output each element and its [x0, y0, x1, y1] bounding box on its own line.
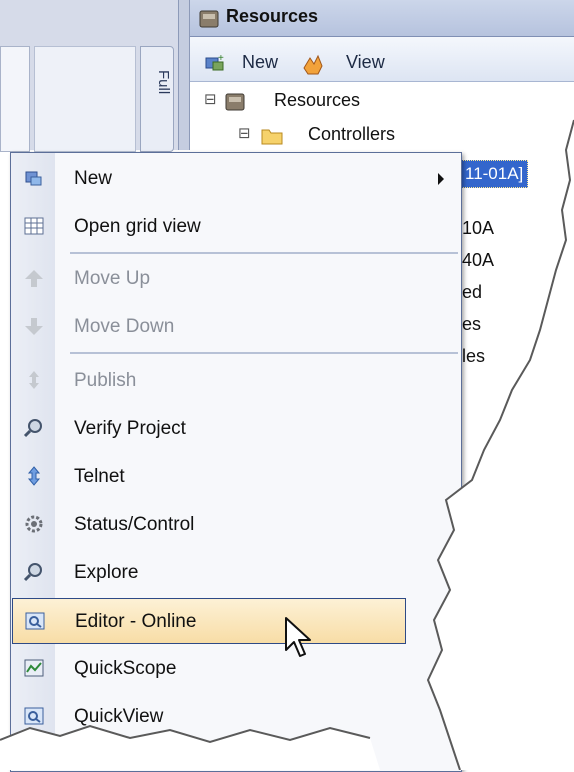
menu-item-label: Verify Project	[74, 418, 186, 439]
tree-expand-toggle[interactable]: ⊟	[204, 90, 217, 108]
menu-item-label: Open grid view	[74, 216, 201, 237]
menu-item-label: Move Down	[74, 316, 175, 337]
left-pane-panel	[0, 46, 30, 152]
menu-item-label: Status/Control	[74, 514, 195, 535]
new-icon	[22, 166, 46, 190]
full-tab-label: Full	[155, 69, 172, 95]
toolbar-view-label: View	[346, 52, 385, 72]
menu-item-label: Telnet	[74, 466, 125, 487]
tree-node-label: Resources	[274, 90, 361, 110]
menu-item-editor-online[interactable]: Editor - Online	[12, 598, 406, 644]
resources-box-icon	[224, 90, 246, 112]
left-pane-content	[34, 46, 136, 152]
editor-online-icon	[23, 609, 47, 633]
resources-box-icon	[198, 7, 220, 29]
mouse-cursor-icon	[284, 616, 314, 660]
new-resource-icon: +	[204, 52, 226, 74]
publish-icon	[22, 368, 46, 392]
verify-magnifier-icon	[22, 416, 46, 440]
menu-item-label: Explore	[74, 562, 139, 583]
torn-bottom-decoration	[0, 724, 380, 770]
grid-icon	[22, 214, 46, 238]
tree-expand-toggle[interactable]: ⊟	[238, 124, 251, 142]
explore-magnifier-icon	[22, 560, 46, 584]
menu-item-label: Editor - Online	[75, 611, 197, 632]
toolbar-new-label: New	[242, 52, 279, 72]
arrow-down-icon	[22, 314, 46, 338]
torn-edge-decoration	[426, 60, 574, 770]
menu-item-label: Publish	[74, 370, 137, 391]
view-hand-icon	[300, 50, 328, 78]
folder-icon	[260, 124, 284, 146]
gear-icon	[22, 512, 46, 536]
quickscope-icon	[22, 656, 46, 680]
menu-item-label: Move Up	[74, 268, 151, 289]
pane-splitter[interactable]	[178, 0, 190, 150]
menu-item-label: QuickScope	[74, 658, 177, 679]
resources-panel-title: Resources	[226, 6, 319, 26]
svg-text:+: +	[218, 53, 224, 64]
arrow-up-icon	[22, 266, 46, 290]
telnet-icon	[22, 464, 46, 488]
menu-item-label: New	[74, 168, 113, 189]
